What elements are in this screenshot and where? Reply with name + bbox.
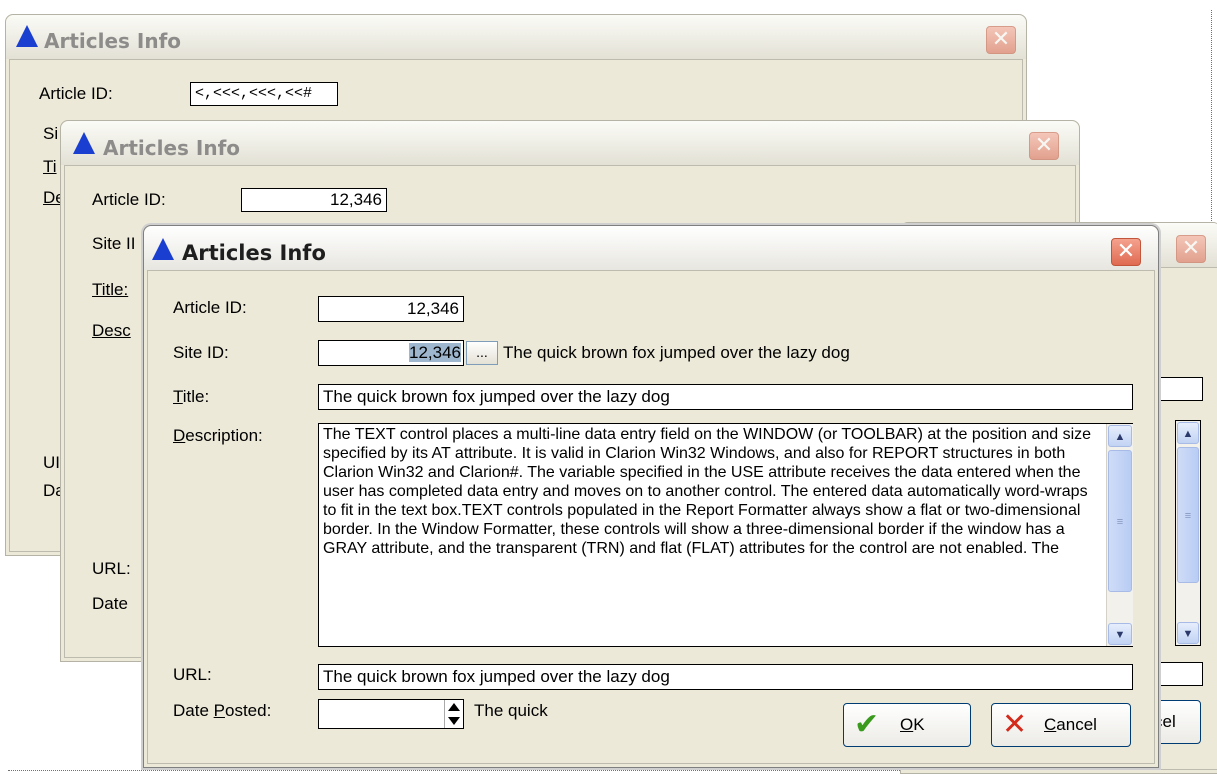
description-text: The TEXT control places a multi-line dat… [323, 426, 1092, 557]
spin-up-icon[interactable] [448, 703, 460, 711]
middle-site-label: Site II [92, 234, 136, 253]
description-label: Description: [173, 426, 263, 446]
date-accel: P [213, 701, 225, 720]
spin-down-icon[interactable] [448, 717, 460, 725]
close-icon[interactable]: ✕ [1111, 238, 1141, 266]
back-site-label: Si [43, 124, 59, 143]
close-icon[interactable]: ✕ [1029, 132, 1059, 160]
app-triangle-icon [73, 132, 95, 154]
date-rest: osted: [224, 701, 272, 720]
title-label: Title: [173, 387, 209, 407]
date-posted-field[interactable] [318, 699, 464, 729]
middle-title-label: Title: [92, 280, 129, 299]
url-label: URL: [173, 665, 212, 684]
scroll-thumb[interactable]: ≡ [1177, 447, 1199, 583]
title-field[interactable]: The quick brown fox jumped over the lazy… [318, 384, 1133, 410]
date-posted-label: Date Posted: [173, 701, 271, 721]
site-id-field[interactable]: 12,346 [318, 340, 464, 366]
site-id-value: 12,346 [409, 343, 461, 362]
middle-article-id-label: Article ID: [92, 190, 166, 209]
back-title-label: Ti [43, 157, 57, 176]
front-client: Article ID: 12,346 Site ID: 12,346 ... T… [147, 270, 1155, 764]
url-field[interactable]: The quick brown fox jumped over the lazy… [318, 664, 1133, 690]
date-description-text: The quick [474, 701, 548, 720]
site-description-text: The quick brown fox jumped over the lazy… [503, 343, 850, 362]
middle-date-label: Date [92, 594, 128, 613]
site-lookup-button[interactable]: ... [466, 341, 498, 365]
desc-accel: D [173, 426, 186, 445]
ok-rest: K [913, 715, 925, 734]
middle-url-label: URL: [92, 559, 131, 578]
middle-titlebar[interactable]: Articles Info ✕ [61, 121, 1079, 165]
scroll-down-icon[interactable]: ▼ [1108, 623, 1132, 645]
app-triangle-icon [16, 25, 38, 47]
close-icon[interactable]: ✕ [986, 26, 1016, 54]
cancel-rest: ancel [1056, 715, 1097, 734]
date-pre: Date [173, 701, 214, 720]
middle-article-id-field[interactable]: 12,346 [241, 188, 387, 212]
ok-accel: O [900, 715, 914, 734]
back-window-title: Articles Info [44, 29, 182, 53]
app-triangle-icon [152, 238, 174, 260]
cancel-label: Cancel [1044, 715, 1097, 735]
cancel-x-icon: ✕ [1002, 708, 1028, 741]
ok-label: OK [900, 715, 925, 735]
ok-button[interactable]: ✔ OK [843, 703, 971, 747]
front-window: Articles Info ✕ Article ID: 12,346 Site … [143, 225, 1159, 768]
right-desc-scrollbar[interactable]: ▲ ≡ ▼ [1175, 420, 1201, 646]
close-icon[interactable]: ✕ [1176, 235, 1206, 263]
title-accel: T [173, 387, 183, 406]
back-url-label: UI [43, 453, 60, 472]
back-titlebar[interactable]: Articles Info ✕ [6, 15, 1026, 59]
cancel-accel: C [1044, 715, 1057, 734]
description-textarea[interactable]: The TEXT control places a multi-line dat… [318, 423, 1133, 647]
back-article-id-label: Article ID: [39, 84, 113, 103]
front-titlebar[interactable]: Articles Info ✕ [144, 226, 1158, 270]
article-id-field[interactable]: 12,346 [318, 296, 464, 322]
front-window-title: Articles Info [182, 241, 326, 265]
spin-icon[interactable] [444, 700, 462, 728]
description-scrollbar[interactable]: ▲ ≡ ▼ [1106, 424, 1133, 646]
middle-desc-label: Desc [92, 321, 131, 340]
scroll-thumb[interactable]: ≡ [1108, 450, 1132, 592]
desc-rest: escription: [185, 426, 263, 445]
middle-window-title: Articles Info [103, 136, 241, 160]
scroll-up-icon[interactable]: ▲ [1108, 425, 1132, 447]
article-id-label: Article ID: [173, 298, 247, 317]
back-article-id-field[interactable]: <,<<<,<<<,<<# [190, 82, 338, 106]
scroll-down-icon[interactable]: ▼ [1177, 622, 1199, 644]
scroll-up-icon[interactable]: ▲ [1177, 422, 1199, 444]
title-rest: itle: [182, 387, 210, 406]
checkmark-icon: ✔ [854, 708, 880, 741]
cancel-button[interactable]: ✕ Cancel [991, 703, 1131, 747]
site-id-label: Site ID: [173, 343, 229, 362]
